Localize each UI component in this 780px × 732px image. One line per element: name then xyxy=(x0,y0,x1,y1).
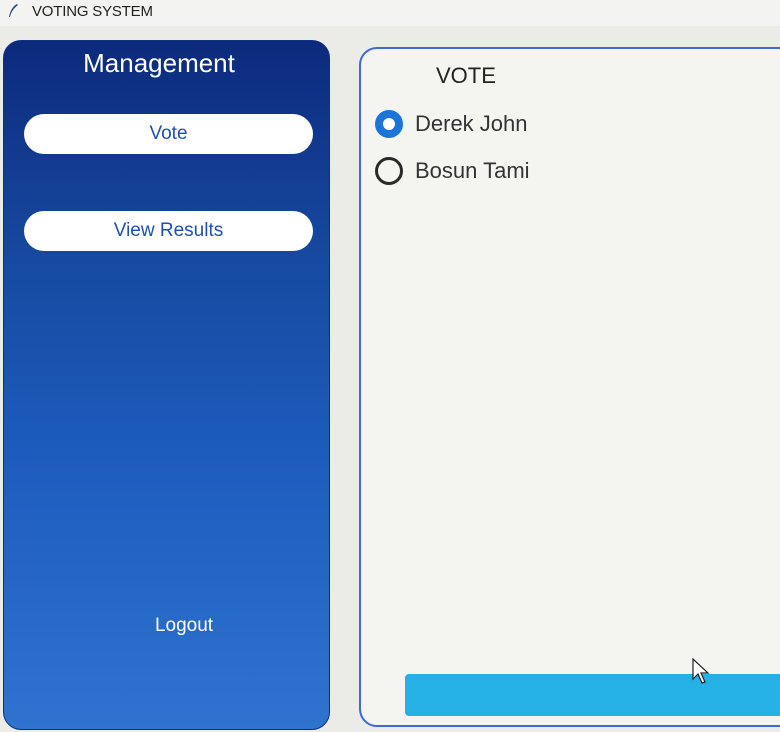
candidate-label: Derek John xyxy=(415,111,528,136)
vote-panel: VOTE Derek John Bosun Tami xyxy=(359,47,780,727)
candidate-option-derek-john[interactable]: Derek John xyxy=(375,108,528,140)
window-title: VOTING SYSTEM xyxy=(32,3,153,20)
candidate-option-bosun-tami[interactable]: Bosun Tami xyxy=(375,155,530,187)
logout-button[interactable]: Logout xyxy=(124,615,244,637)
vote-button[interactable]: Vote xyxy=(24,114,313,154)
radio-unselected-icon[interactable] xyxy=(375,157,403,185)
feather-icon xyxy=(9,4,18,17)
title-bar: VOTING SYSTEM xyxy=(0,0,780,26)
mouse-pointer-icon xyxy=(692,658,710,684)
view-results-button[interactable]: View Results xyxy=(24,211,313,251)
submit-vote-button[interactable] xyxy=(405,674,780,716)
panel-title: VOTE xyxy=(436,63,496,88)
sidebar-title: Management xyxy=(83,48,235,78)
radio-selected-icon[interactable] xyxy=(375,110,403,138)
management-sidebar: Management Vote View Results Logout xyxy=(3,40,330,730)
candidate-label: Bosun Tami xyxy=(415,158,530,183)
